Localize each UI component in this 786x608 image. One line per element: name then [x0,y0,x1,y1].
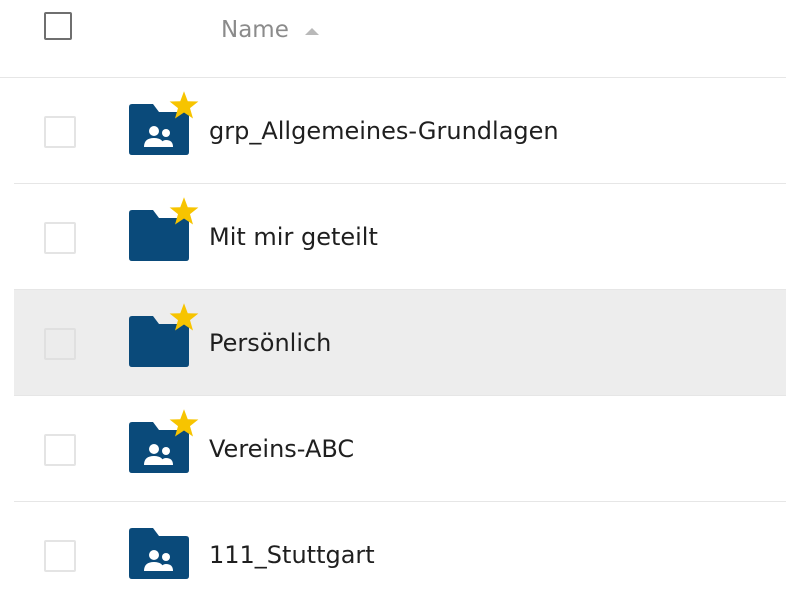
row-checkbox[interactable] [44,222,76,254]
column-name-label: Name [221,17,289,43]
column-header-name[interactable]: Name [221,13,319,47]
group-folder-icon [129,91,199,155]
favorite-star-icon [169,91,199,119]
row-checkbox[interactable] [44,434,76,466]
file-list-header: Name [0,0,786,78]
folder-icon [129,303,199,367]
row-checkbox[interactable] [44,540,76,572]
item-name[interactable]: Vereins-ABC [209,432,354,466]
select-all-checkbox[interactable] [44,12,72,40]
group-folder-icon [129,409,199,473]
item-name[interactable]: Persönlich [209,326,331,360]
list-item[interactable]: 111_Stuttgart [14,502,786,608]
favorite-star-icon [169,197,199,225]
favorite-star-icon [169,409,199,437]
list-item[interactable]: Mit mir geteilt [14,184,786,290]
group-folder-icon [129,527,189,579]
file-list: grp_Allgemeines-Grundlagen Mit mir getei… [14,78,786,608]
list-item[interactable]: Persönlich [14,290,786,396]
item-name[interactable]: 111_Stuttgart [209,538,375,572]
folder-icon [129,197,199,261]
list-item[interactable]: grp_Allgemeines-Grundlagen [14,78,786,184]
favorite-star-icon [169,303,199,331]
sort-ascending-icon [304,27,319,35]
item-name[interactable]: grp_Allgemeines-Grundlagen [209,114,559,148]
list-item[interactable]: Vereins-ABC [14,396,786,502]
row-checkbox[interactable] [44,328,76,360]
item-name[interactable]: Mit mir geteilt [209,220,378,254]
row-checkbox[interactable] [44,116,76,148]
